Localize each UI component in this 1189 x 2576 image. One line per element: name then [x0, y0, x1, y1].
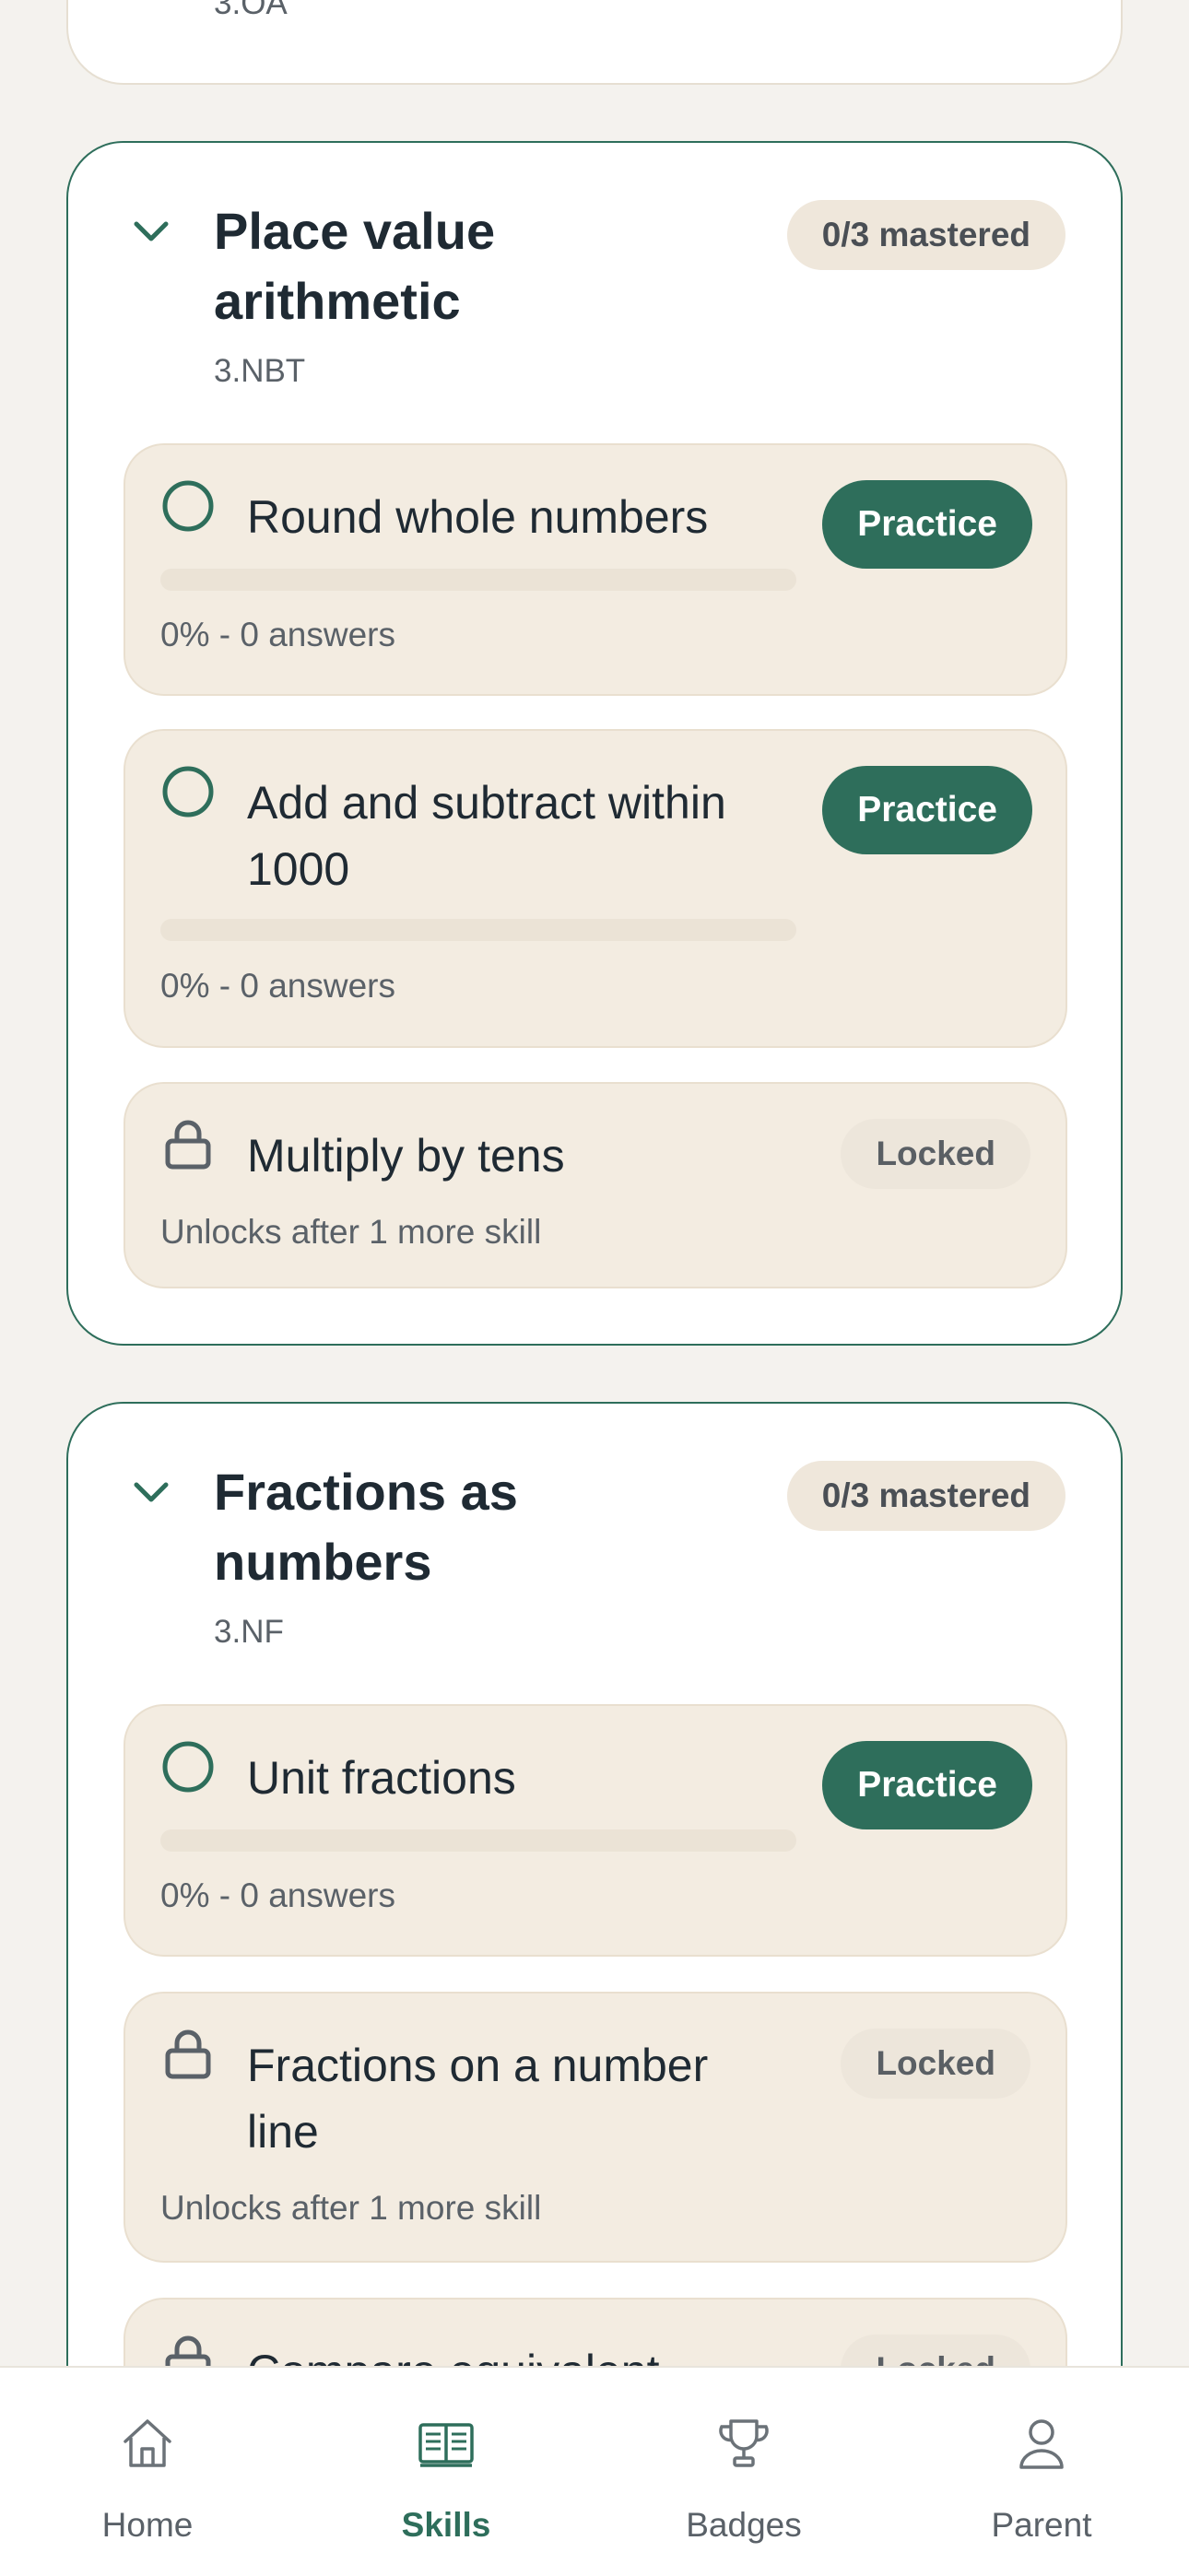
skills-scroll-area[interactable]: 3.OA Place value arithmetic 3.NBT 0/3 ma…	[0, 0, 1189, 2366]
lock-icon	[165, 1120, 211, 1170]
mastered-badge: 0/3 mastered	[786, 200, 1065, 270]
skill-title: Fractions on a number line	[247, 2040, 709, 2158]
skill-title: Compare equivalent	[247, 2338, 791, 2366]
nav-item-parent[interactable]: Parent	[931, 2368, 1152, 2576]
locked-badge: Locked	[841, 1119, 1030, 1189]
progress-bar	[160, 1829, 796, 1852]
nav-label: Skills	[401, 2506, 491, 2544]
domain-code: 3.OA	[214, 0, 288, 21]
chevron-down-icon[interactable]	[131, 218, 171, 244]
nav-item-skills[interactable]: Skills	[336, 2368, 557, 2576]
circle-status-icon	[162, 766, 214, 817]
person-icon	[1019, 2419, 1064, 2469]
unlock-hint: Unlocks after 1 more skill	[160, 2189, 542, 2227]
domain-title: Place value arithmetic	[214, 202, 496, 330]
skill-card-round-whole-numbers: Round whole numbers Practice 0% - 0 answ…	[124, 443, 1067, 696]
lock-icon	[165, 2029, 211, 2079]
skill-card-fractions-number-line: Fractions on a number line Locked Unlock…	[124, 1992, 1067, 2263]
skill-title: Multiply by tens	[247, 1130, 565, 1182]
nav-label: Home	[101, 2506, 194, 2544]
progress-bar	[160, 569, 796, 591]
circle-status-icon	[162, 1741, 214, 1793]
circle-status-icon	[162, 480, 214, 532]
progress-text: 0% - 0 answers	[160, 1876, 395, 1914]
skill-title: Add and subtract within 1000	[247, 777, 726, 895]
skill-card-unit-fractions: Unit fractions Practice 0% - 0 answers	[124, 1704, 1067, 1957]
nav-label: Parent	[991, 2506, 1092, 2544]
nav-item-badges[interactable]: Badges	[633, 2368, 854, 2576]
progress-text: 0% - 0 answers	[160, 967, 395, 1005]
mastered-badge: 0/3 mastered	[786, 1461, 1065, 1531]
practice-button[interactable]: Practice	[822, 480, 1032, 569]
unlock-hint: Unlocks after 1 more skill	[160, 1213, 542, 1251]
domain-code: 3.NF	[214, 1614, 284, 1650]
skill-title: Round whole numbers	[247, 491, 709, 543]
practice-button[interactable]: Practice	[822, 766, 1032, 854]
book-icon	[418, 2423, 474, 2467]
nav-label: Badges	[686, 2506, 802, 2544]
skill-card-multiply-by-tens: Multiply by tens Locked Unlocks after 1 …	[124, 1082, 1067, 1288]
practice-button[interactable]: Practice	[822, 1741, 1032, 1829]
progress-bar	[160, 919, 796, 941]
nav-item-home[interactable]: Home	[37, 2368, 258, 2576]
domain-card-previous[interactable]: 3.OA	[66, 0, 1123, 85]
trophy-icon	[719, 2419, 769, 2467]
skill-card-compare-equivalent: Compare equivalent Locked	[124, 2298, 1067, 2366]
domain-card-fractions: Fractions as numbers 3.NF 0/3 mastered U…	[66, 1402, 1123, 2366]
lock-icon	[165, 2335, 211, 2366]
skill-card-add-subtract-1000: Add and subtract within 1000 Practice 0%…	[124, 729, 1067, 1048]
domain-card-place-value: Place value arithmetic 3.NBT 0/3 mastere…	[66, 141, 1123, 1346]
skill-title: Unit fractions	[247, 1752, 516, 1804]
domain-code: 3.NBT	[214, 353, 306, 389]
progress-text: 0% - 0 answers	[160, 616, 395, 653]
bottom-nav: Home Skills Badges Parent	[0, 2366, 1189, 2576]
home-icon	[124, 2419, 171, 2467]
locked-badge: Locked	[841, 2029, 1030, 2099]
chevron-down-icon[interactable]	[131, 1479, 171, 1505]
domain-title: Fractions as numbers	[214, 1463, 518, 1591]
locked-badge: Locked	[841, 2335, 1030, 2366]
